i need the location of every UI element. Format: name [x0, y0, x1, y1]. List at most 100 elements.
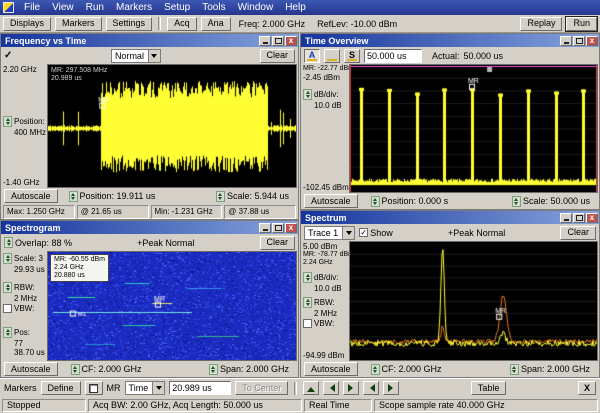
increment-icon[interactable]	[4, 237, 13, 248]
next-peak-right-button[interactable]	[343, 381, 359, 395]
sg-pos-control[interactable]: Pos:	[3, 327, 47, 338]
sg-autoscale-button[interactable]: Autoscale	[4, 362, 58, 376]
close-button[interactable]: x	[285, 223, 297, 233]
menu-markers[interactable]: Markers	[110, 1, 158, 14]
increment-icon[interactable]	[209, 364, 218, 375]
sp-trace-select[interactable]: Trace 1	[304, 226, 355, 240]
fvt-trace-mode-select[interactable]: Normal	[111, 49, 161, 63]
minimize-button[interactable]	[259, 36, 271, 46]
marker-domain-select[interactable]: Time	[125, 381, 166, 395]
close-button[interactable]: x	[285, 36, 297, 46]
vbw-checkbox[interactable]	[3, 304, 12, 313]
sp-dbdiv-control[interactable]: dB/div:	[303, 272, 349, 283]
maximize-button[interactable]	[573, 213, 585, 223]
menu-run[interactable]: Run	[80, 1, 110, 14]
ana-button[interactable]: Ana	[201, 17, 231, 31]
sp-vbw-control[interactable]: VBW:	[303, 319, 349, 328]
fvt-autoscale-button[interactable]: Autoscale	[4, 189, 58, 203]
spectrum-trace-canvas[interactable]	[350, 242, 597, 360]
spectrum-titlebar[interactable]: Spectrum x	[301, 211, 599, 224]
reflev-readout[interactable]: RefLev: -10.00 dBm	[313, 19, 401, 29]
sg-overlap-control[interactable]: Overlap: 88 %	[4, 237, 72, 248]
minimize-button[interactable]	[560, 213, 572, 223]
define-markers-button[interactable]: Define	[41, 381, 81, 395]
freq-readout[interactable]: Freq: 2.000 GHz	[235, 19, 310, 29]
marker-select-button[interactable]	[85, 381, 103, 395]
fvt-x-scale-control[interactable]: Scale: 5.944 us	[216, 191, 289, 202]
to-autoscale-button[interactable]: Autoscale	[304, 194, 358, 208]
menu-file[interactable]: File	[18, 1, 46, 14]
frequency-vs-time-titlebar[interactable]: Frequency vs Time x	[1, 34, 298, 47]
minimize-button[interactable]	[259, 223, 271, 233]
menu-setup[interactable]: Setup	[158, 1, 196, 14]
jump-left-button[interactable]	[363, 381, 379, 395]
markers-toolbar-close-button[interactable]: X	[578, 381, 596, 395]
sg-detection-select[interactable]: +Peak Normal	[137, 238, 194, 248]
sp-rbw-control[interactable]: RBW:	[303, 297, 349, 308]
spectrum-time-button[interactable]: S	[344, 49, 360, 63]
analysis-length-button[interactable]	[324, 49, 340, 63]
sg-span-control[interactable]: Span: 2.000 GHz	[209, 364, 289, 375]
show-checkbox[interactable]: ✓	[359, 228, 368, 237]
fvt-clear-button[interactable]: Clear	[260, 49, 296, 63]
to-dbdiv-control[interactable]: dB/div:	[303, 89, 349, 100]
increment-icon[interactable]	[303, 89, 312, 100]
displays-button[interactable]: Displays	[3, 17, 51, 31]
maximize-button[interactable]	[272, 223, 284, 233]
marker-table-button[interactable]: Table	[471, 381, 507, 395]
peak-search-button[interactable]	[303, 381, 319, 395]
close-button[interactable]: x	[586, 213, 598, 223]
trace-enabled-check-icon[interactable]: ✓	[4, 50, 12, 61]
fvt-position-value[interactable]: 400 MHz	[3, 128, 47, 137]
increment-icon[interactable]	[69, 191, 78, 202]
sp-cf-control[interactable]: CF: 2.000 GHz	[371, 364, 442, 375]
maximize-button[interactable]	[272, 36, 284, 46]
analysis-length-input[interactable]	[364, 49, 422, 63]
menu-help[interactable]: Help	[279, 1, 312, 14]
markers-button[interactable]: Markers	[55, 17, 102, 31]
sg-plot-area[interactable]: MR: -60.55 dBm 2.24 GHz 20.880 us	[47, 251, 297, 361]
sg-scale-control[interactable]: Scale: 3	[3, 253, 47, 264]
menu-tools[interactable]: Tools	[196, 1, 231, 14]
sp-detection-select[interactable]: +Peak Normal	[448, 228, 505, 238]
maximize-button[interactable]	[573, 36, 585, 46]
sp-span-control[interactable]: Span: 2.000 GHz	[510, 364, 590, 375]
fvt-x-position-control[interactable]: Position: 19.911 us	[69, 191, 156, 202]
time-overview-trace-canvas[interactable]	[350, 65, 597, 192]
increment-icon[interactable]	[371, 364, 380, 375]
increment-icon[interactable]	[216, 191, 225, 202]
increment-icon[interactable]	[512, 196, 521, 207]
sg-rbw-control[interactable]: RBW:	[3, 282, 47, 293]
minimize-button[interactable]	[560, 36, 572, 46]
sg-clear-button[interactable]: Clear	[260, 236, 296, 250]
sp-rbw-value[interactable]: 2 MHz	[303, 309, 349, 318]
menu-view[interactable]: View	[46, 1, 80, 14]
vbw-checkbox[interactable]	[303, 319, 312, 328]
increment-icon[interactable]	[371, 196, 380, 207]
marker-position-input[interactable]	[169, 381, 231, 395]
increment-icon[interactable]	[303, 297, 312, 308]
sg-pos-value[interactable]: 77	[3, 339, 47, 348]
sp-show-control[interactable]: ✓ Show	[359, 228, 393, 238]
time-overview-titlebar[interactable]: Time Overview x	[301, 34, 599, 47]
fvt-position-control[interactable]: Position:	[3, 116, 47, 127]
increment-icon[interactable]	[3, 282, 12, 293]
fvt-plot-area[interactable]: MR: 297.508 MHz 20.989 us	[47, 64, 297, 188]
next-peak-left-button[interactable]	[323, 381, 339, 395]
sp-clear-button[interactable]: Clear	[560, 226, 596, 240]
sp-autoscale-button[interactable]: Autoscale	[304, 362, 358, 376]
sg-cf-control[interactable]: CF: 2.000 GHz	[71, 364, 142, 375]
to-dbdiv-value[interactable]: 10.0 dB	[303, 101, 349, 110]
replay-button[interactable]: Replay	[520, 17, 562, 31]
increment-icon[interactable]	[3, 253, 12, 264]
sg-vbw-control[interactable]: VBW:	[3, 304, 47, 313]
close-button[interactable]: x	[586, 36, 598, 46]
to-center-button[interactable]: To Center	[235, 381, 288, 395]
to-plot-area[interactable]	[349, 64, 598, 193]
menu-window[interactable]: Window	[232, 1, 280, 14]
increment-icon[interactable]	[510, 364, 519, 375]
acq-button[interactable]: Acq	[167, 17, 197, 31]
jump-right-button[interactable]	[383, 381, 399, 395]
analysis-time-button[interactable]: A	[304, 49, 320, 63]
sg-rbw-value[interactable]: 2 MHz	[3, 294, 47, 303]
